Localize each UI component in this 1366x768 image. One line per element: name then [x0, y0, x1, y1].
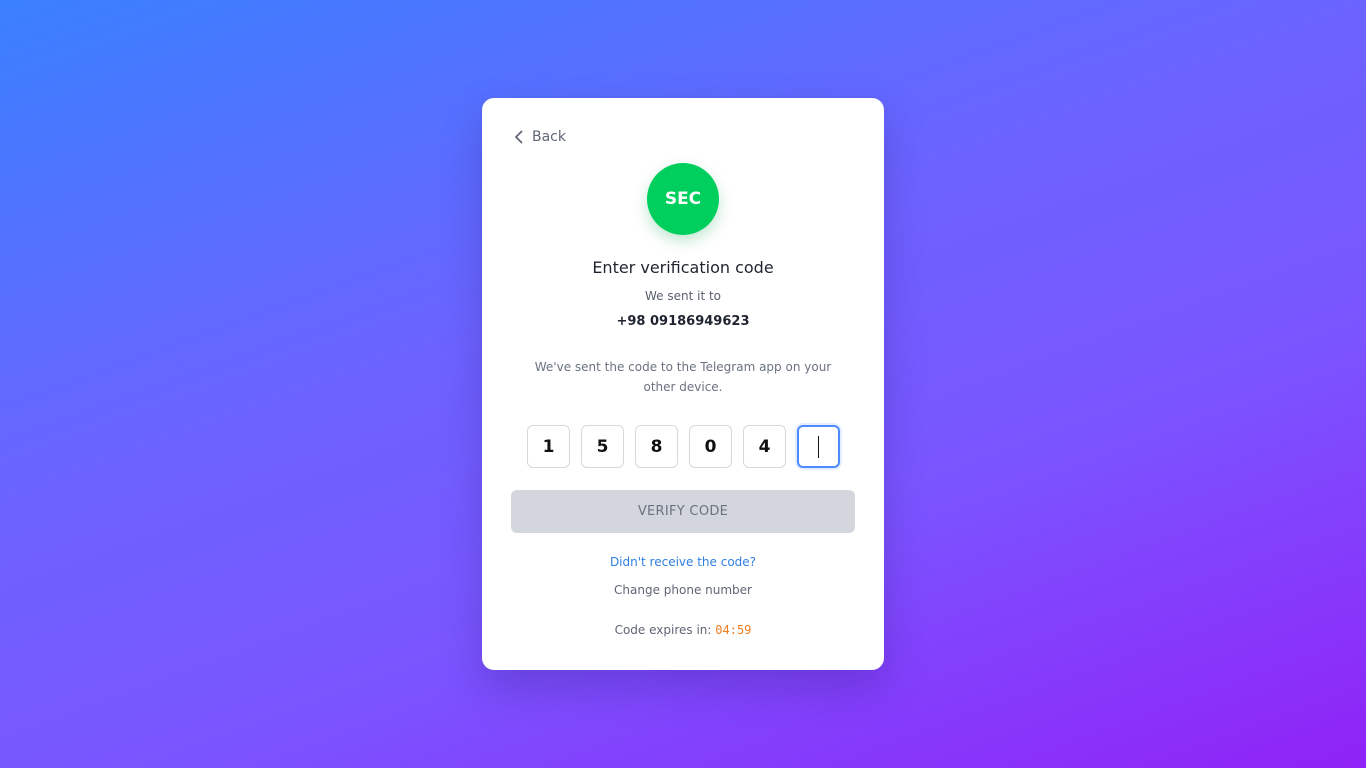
code-input-group: 1 5 8 0 4 — [527, 425, 840, 468]
change-phone-wrapper: Change phone number — [482, 583, 884, 597]
code-digit-6[interactable] — [797, 425, 840, 468]
delivery-hint: We've sent the code to the Telegram app … — [534, 360, 832, 394]
code-digit-4[interactable]: 0 — [689, 425, 732, 468]
text-caret — [818, 435, 819, 458]
phone-number: +98 09186949623 — [616, 314, 750, 329]
chevron-left-icon — [514, 130, 524, 144]
sent-to-label: We sent it to — [644, 289, 722, 303]
expiry-info: Code expires in: 04:59 — [482, 623, 884, 637]
resend-code-link[interactable]: Didn't receive the code? — [610, 555, 756, 569]
page-title: Enter verification code — [592, 258, 774, 277]
change-phone-link[interactable]: Change phone number — [614, 583, 752, 597]
code-digit-1[interactable]: 1 — [527, 425, 570, 468]
expiry-timer: 04:59 — [715, 623, 752, 637]
code-digit-3[interactable]: 8 — [635, 425, 678, 468]
back-button[interactable]: Back — [514, 126, 566, 148]
verify-code-button[interactable]: VERIFY CODE — [511, 490, 855, 533]
brand-logo: SEC — [647, 163, 719, 235]
verification-card: Back SEC Enter verification code We sent… — [482, 98, 884, 670]
code-digit-5[interactable]: 4 — [743, 425, 786, 468]
code-digit-2[interactable]: 5 — [581, 425, 624, 468]
resend-code-link-wrapper: Didn't receive the code? — [482, 555, 884, 569]
expiry-label: Code expires in: — [614, 623, 712, 637]
back-label: Back — [532, 129, 566, 145]
